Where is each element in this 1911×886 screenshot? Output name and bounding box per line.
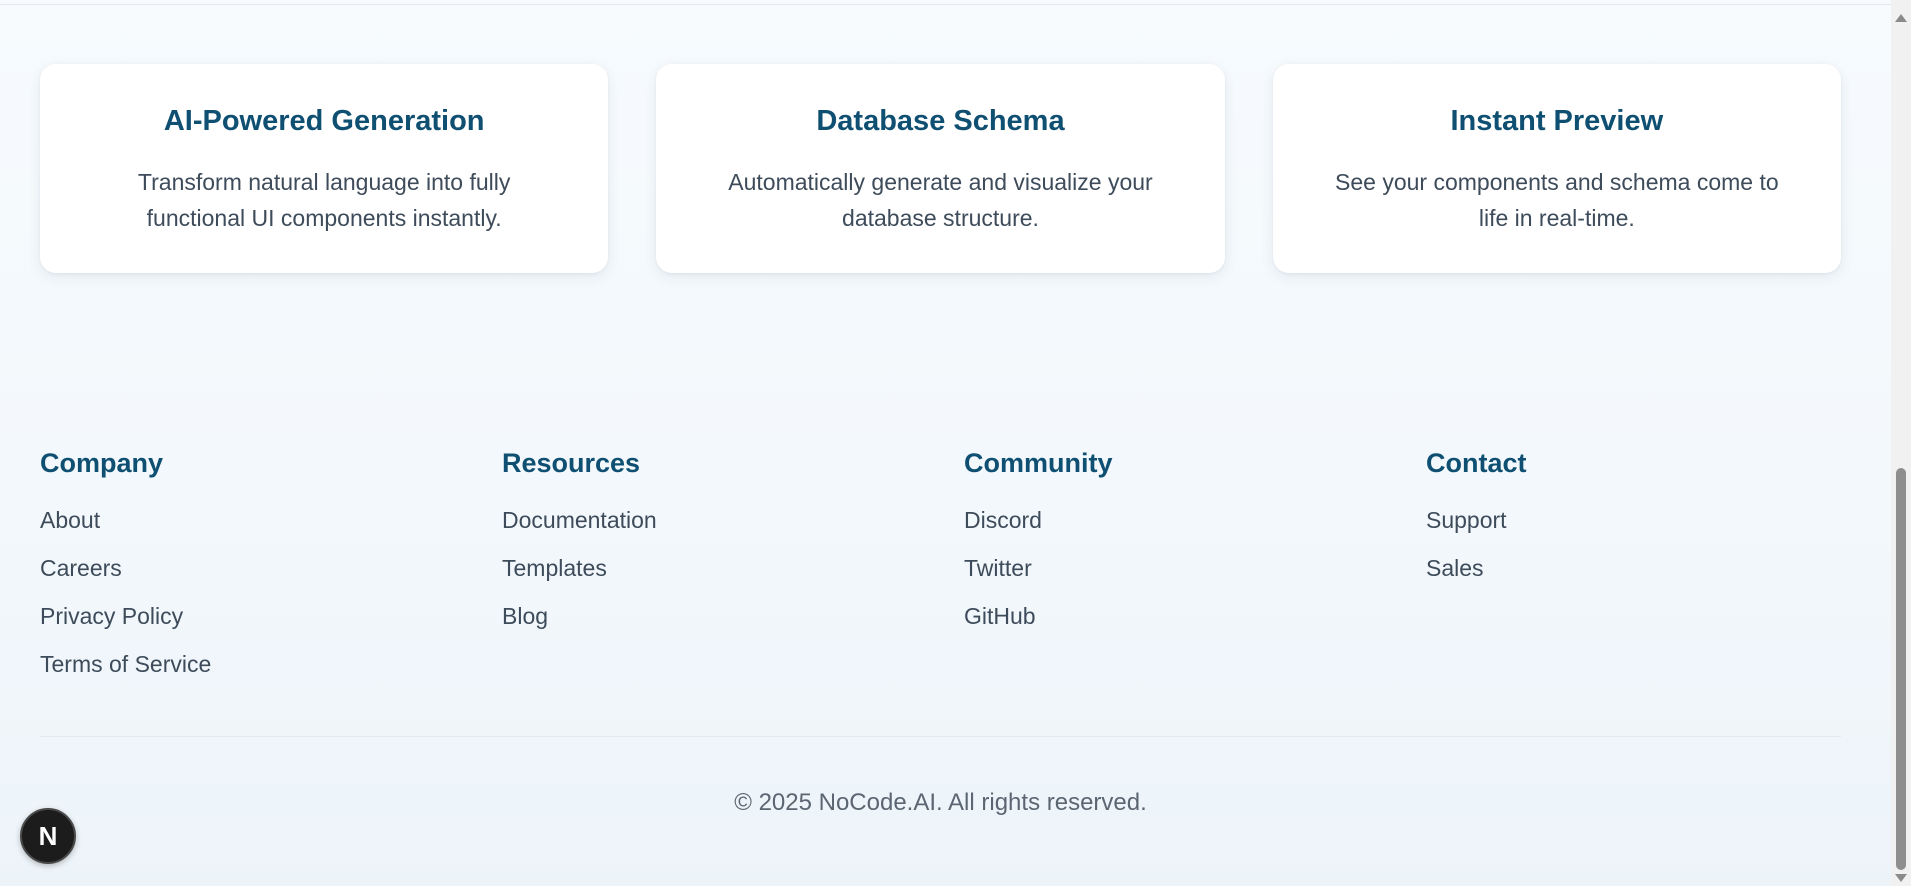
footer-link-discord[interactable]: Discord xyxy=(964,506,1426,554)
feature-title: AI-Powered Generation xyxy=(163,105,485,137)
footer-link-sales[interactable]: Sales xyxy=(1426,554,1888,602)
footer-link-list: Documentation Templates Blog xyxy=(502,506,964,650)
footer-column-contact: Contact Support Sales xyxy=(1426,444,1888,698)
footer-link-blog[interactable]: Blog xyxy=(502,602,964,650)
nextjs-dev-badge-button[interactable]: N xyxy=(20,808,76,864)
footer-link-github[interactable]: GitHub xyxy=(964,602,1426,650)
footer-link-twitter[interactable]: Twitter xyxy=(964,554,1426,602)
feature-description: Transform natural language into fully fun… xyxy=(80,164,568,236)
footer-column-community: Community Discord Twitter GitHub xyxy=(964,444,1426,698)
footer-link-list: Discord Twitter GitHub xyxy=(964,506,1426,650)
footer-divider xyxy=(40,736,1841,737)
footer-link-documentation[interactable]: Documentation xyxy=(502,506,964,554)
scroll-up-arrow-icon[interactable] xyxy=(1895,14,1907,22)
top-divider xyxy=(0,4,1891,5)
footer-link-support[interactable]: Support xyxy=(1426,506,1888,554)
footer-link-list: About Careers Privacy Policy Terms of Se… xyxy=(40,506,502,698)
feature-description-line: functional UI components instantly. xyxy=(146,205,502,231)
scrollbar-thumb[interactable] xyxy=(1896,468,1906,870)
page: AI-Powered Generation Transform natural … xyxy=(0,0,1891,886)
footer-heading: Company xyxy=(40,448,164,478)
features-section: AI-Powered Generation Transform natural … xyxy=(40,64,1841,273)
feature-title: Instant Preview xyxy=(1450,105,1664,137)
feature-description-line: life in real-time. xyxy=(1478,205,1635,231)
feature-title: Database Schema xyxy=(816,105,1065,137)
footer-link-privacy-policy[interactable]: Privacy Policy xyxy=(40,602,502,650)
footer-link-about[interactable]: About xyxy=(40,506,502,554)
feature-description: Automatically generate and visualize you… xyxy=(696,164,1184,236)
vertical-scrollbar[interactable] xyxy=(1891,0,1911,886)
scroll-down-arrow-icon[interactable] xyxy=(1895,874,1907,882)
feature-description: See your components and schema come to li… xyxy=(1313,164,1801,236)
footer-heading: Contact xyxy=(1426,448,1527,478)
feature-description-line: See your components and schema come to xyxy=(1335,169,1779,195)
feature-description-line: database structure. xyxy=(842,205,1039,231)
feature-card-database-schema: Database Schema Automatically generate a… xyxy=(656,64,1225,273)
feature-card-ai-generation: AI-Powered Generation Transform natural … xyxy=(40,64,609,273)
footer-heading: Community xyxy=(964,448,1113,478)
footer-column-company: Company About Careers Privacy Policy Ter… xyxy=(40,444,502,698)
footer-link-templates[interactable]: Templates xyxy=(502,554,964,602)
footer-columns: Company About Careers Privacy Policy Ter… xyxy=(40,444,1888,698)
feature-card-instant-preview: Instant Preview See your components and … xyxy=(1272,64,1841,273)
footer-link-careers[interactable]: Careers xyxy=(40,554,502,602)
nextjs-icon: N xyxy=(38,821,58,851)
feature-description-line: Transform natural language into fully xyxy=(137,169,511,195)
footer-link-list: Support Sales xyxy=(1426,506,1888,602)
footer-heading: Resources xyxy=(502,448,641,478)
footer-link-terms-of-service[interactable]: Terms of Service xyxy=(40,650,502,698)
footer-column-resources: Resources Documentation Templates Blog xyxy=(502,444,964,698)
copyright-text: © 2025 NoCode.AI. All rights reserved. xyxy=(734,789,1147,816)
feature-description-line: Automatically generate and visualize you… xyxy=(728,169,1153,195)
